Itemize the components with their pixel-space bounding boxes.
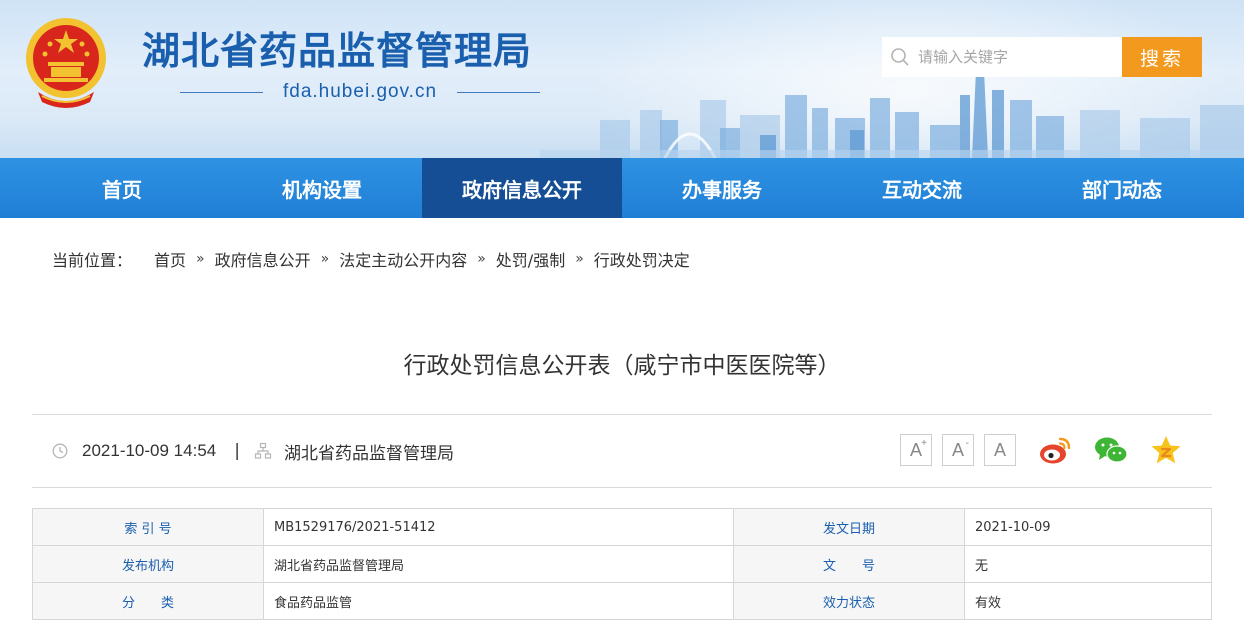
nav-item-organization[interactable]: 机构设置 [222,158,422,218]
info-key-issue-date: 发文日期 [733,508,965,546]
info-key-doc-number: 文 号 [733,545,965,583]
clock-icon [52,443,68,459]
font-decrease-glyph: A [951,439,964,460]
font-decrease-button[interactable]: A- [942,434,974,466]
search-icon [882,47,918,67]
nav-item-home[interactable]: 首页 [22,158,222,218]
info-value-issue-date: 2021-10-09 [964,508,1212,546]
font-reset-button[interactable]: A [984,434,1016,466]
site-title: 湖北省药品监督管理局 [142,29,533,73]
font-reset-glyph: A [993,439,1006,460]
breadcrumb-separator: » [196,251,205,267]
nav-item-interaction[interactable]: 互动交流 [822,158,1022,218]
article-tools: A + A- A [890,434,1182,466]
info-value-category: 食品药品监管 [263,582,734,620]
site-domain: fda.hubei.gov.cn [282,81,438,102]
wechat-share-icon[interactable] [1094,435,1128,465]
info-key-category: 分 类 [32,582,264,620]
breadcrumb-penalty-decision[interactable]: 行政处罚决定 [594,247,690,271]
qzone-share-icon[interactable] [1150,435,1182,465]
breadcrumb-separator: » [320,251,330,267]
domain-line-left [180,91,263,93]
breadcrumb-label: 当前位置： [52,251,133,270]
breadcrumb-statutory-content[interactable]: 法定主动公开内容 [339,247,467,271]
nav-item-news[interactable]: 部门动态 [1022,158,1222,218]
info-key-validity: 效力状态 [733,582,965,620]
breadcrumb-penalty[interactable]: 处罚/强制 [496,247,565,271]
info-value-index-number: MB1529176/2021-51412 [263,508,734,546]
breadcrumb-home[interactable]: 首页 [154,247,186,271]
info-value-validity: 有效 [964,582,1212,620]
article-title: 行政处罚信息公开表（咸宁市中医医院等） [403,353,841,379]
table-row: 分 类 食品药品监管 效力状态 有效 [32,582,1212,620]
document-info-table: 索 引 号 MB1529176/2021-51412 发文日期 2021-10-… [32,508,1212,620]
site-header: 湖北省药品监督管理局 fda.hubei.gov.cn 搜索 [0,0,1244,158]
main-nav: 首页 机构设置 政府信息公开 办事服务 互动交流 部门动态 [0,158,1244,218]
font-increase-button[interactable]: A + [900,434,932,466]
table-row: 发布机构 湖北省药品监督管理局 文 号 无 [32,545,1212,583]
breadcrumb-separator: » [477,251,486,267]
info-key-issuer: 发布机构 [32,545,264,583]
search-box [882,37,1122,77]
search-input[interactable] [918,38,1118,76]
table-row: 索 引 号 MB1529176/2021-51412 发文日期 2021-10-… [32,508,1212,546]
meta-separator: | [234,441,240,461]
info-value-doc-number: 无 [964,545,1212,583]
publish-datetime: 2021-10-09 14:54 [82,441,217,460]
nav-item-gov-info[interactable]: 政府信息公开 [422,158,622,218]
nav-item-services[interactable]: 办事服务 [622,158,822,218]
site-domain-row: fda.hubei.gov.cn [180,80,540,104]
breadcrumb-gov-info[interactable]: 政府信息公开 [215,247,311,271]
breadcrumb-separator: » [575,251,584,267]
info-key-index-number: 索 引 号 [32,508,264,546]
publisher-name: 湖北省药品监督管理局 [283,443,454,464]
national-emblem-logo [26,18,106,108]
breadcrumb: 当前位置： 首页 » 政府信息公开 » 法定主动公开内容 » 处罚/强制 » 行… [52,246,690,272]
meta-divider-bottom [32,487,1212,488]
domain-line-right [457,91,540,93]
organization-icon [254,442,272,460]
font-decrease-sup: - [965,438,969,449]
weibo-share-icon[interactable] [1038,435,1072,465]
info-value-issuer: 湖北省药品监督管理局 [263,545,734,583]
article-meta: 2021-10-09 14:54 | 湖北省药品监督管理局 A + A- A [32,415,1212,487]
search-button[interactable]: 搜索 [1122,37,1202,77]
font-increase-sup: + [921,438,927,449]
